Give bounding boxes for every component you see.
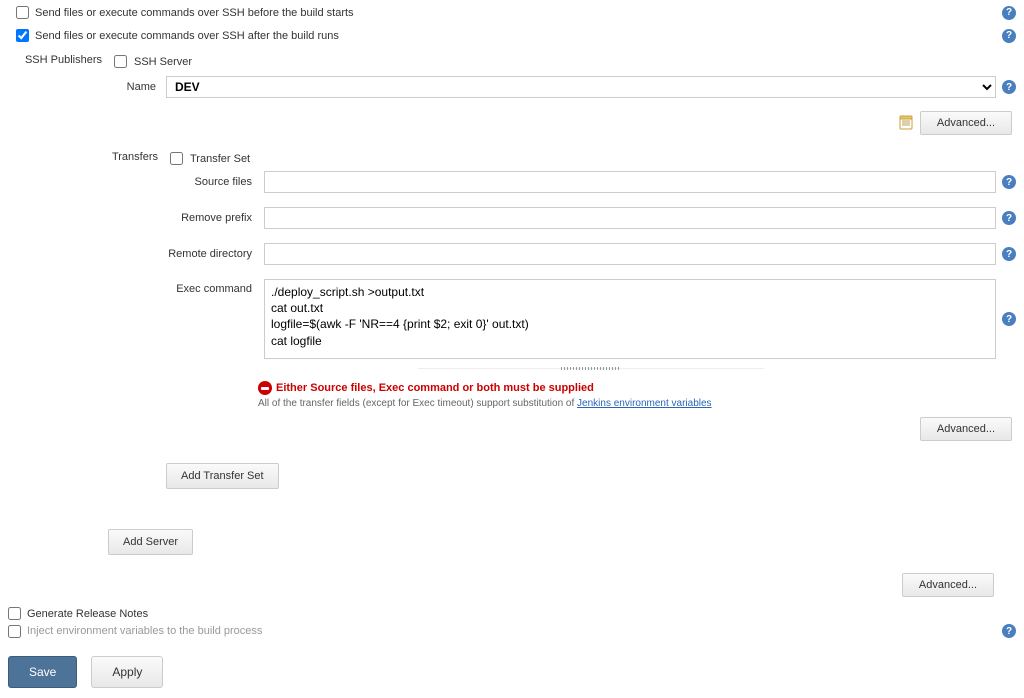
help-icon[interactable]: ? (1002, 6, 1016, 20)
save-button[interactable]: Save (8, 656, 77, 688)
add-server-button[interactable]: Add Server (108, 529, 193, 555)
inject-env-label: Inject environment variables to the buil… (27, 625, 262, 637)
help-icon[interactable]: ? (1002, 211, 1016, 225)
notepad-icon (898, 115, 914, 131)
help-icon[interactable]: ? (1002, 247, 1016, 261)
remote-directory-label: Remote directory (166, 248, 258, 260)
ssh-server-checkbox[interactable] (114, 55, 127, 68)
source-files-label: Source files (166, 176, 258, 188)
help-icon[interactable]: ? (1002, 175, 1016, 189)
help-icon[interactable]: ? (1002, 312, 1016, 326)
transfers-section-label: Transfers (8, 149, 166, 163)
help-icon[interactable]: ? (1002, 80, 1016, 94)
transfer-set-label: Transfer Set (190, 153, 250, 165)
server-name-select[interactable]: DEV (166, 76, 996, 98)
ssh-after-build-checkbox[interactable] (16, 29, 29, 42)
generate-release-notes-label: Generate Release Notes (27, 608, 148, 620)
server-name-label: Name (110, 81, 160, 93)
inject-env-checkbox[interactable] (8, 625, 21, 638)
ssh-before-build-checkbox[interactable] (16, 6, 29, 19)
hint-text: All of the transfer fields (except for E… (258, 398, 577, 409)
help-icon[interactable]: ? (1002, 624, 1016, 638)
exec-command-textarea[interactable] (264, 279, 996, 359)
ssh-server-section-label: SSH Server (134, 56, 192, 68)
textarea-resize-grip[interactable] (418, 368, 764, 375)
remove-prefix-input[interactable] (264, 207, 996, 229)
ssh-publishers-label: SSH Publishers (8, 52, 110, 66)
exec-command-label: Exec command (166, 279, 258, 295)
error-icon (258, 381, 272, 395)
remove-prefix-label: Remove prefix (166, 212, 258, 224)
transfer-set-checkbox[interactable] (170, 152, 183, 165)
error-text: Either Source files, Exec command or bot… (276, 382, 594, 394)
ssh-after-build-label: Send files or execute commands over SSH … (35, 30, 339, 42)
env-vars-link[interactable]: Jenkins environment variables (577, 398, 712, 409)
ssh-before-build-label: Send files or execute commands over SSH … (35, 7, 354, 19)
transfer-advanced-button[interactable]: Advanced... (920, 417, 1012, 441)
server-advanced-button[interactable]: Advanced... (920, 111, 1012, 135)
bottom-advanced-button[interactable]: Advanced... (902, 573, 994, 597)
source-files-input[interactable] (264, 171, 996, 193)
help-icon[interactable]: ? (1002, 29, 1016, 43)
apply-button[interactable]: Apply (91, 656, 163, 688)
generate-release-notes-checkbox[interactable] (8, 607, 21, 620)
add-transfer-set-button[interactable]: Add Transfer Set (166, 463, 279, 489)
remote-directory-input[interactable] (264, 243, 996, 265)
